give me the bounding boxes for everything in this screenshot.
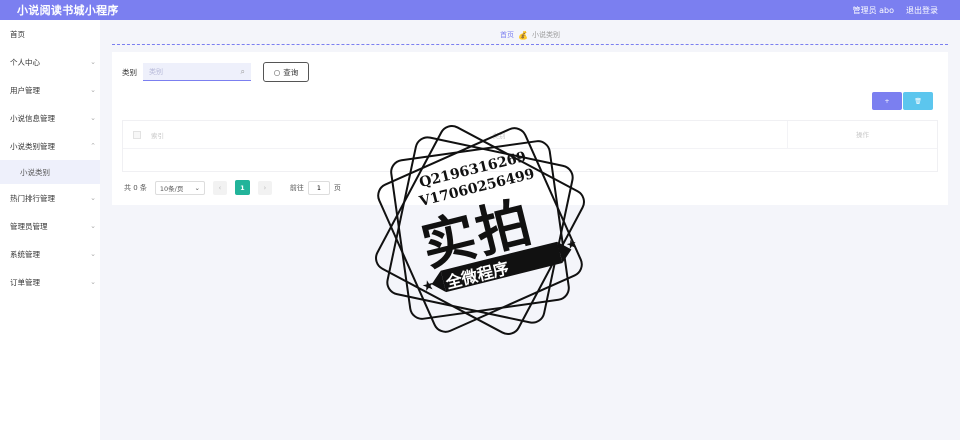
column-header-index: 索引 [151, 131, 164, 140]
sidebar-item-admins[interactable]: 管理员管理 ⌄ [0, 212, 100, 240]
goto-page-input[interactable] [307, 180, 330, 195]
chevron-down-icon: ⌄ [90, 194, 96, 202]
add-button[interactable]: + [872, 92, 902, 110]
sidebar-subitem-novel-category[interactable]: 小说类别 [0, 160, 100, 184]
column-header-actions: 操作 [787, 120, 937, 149]
breadcrumb: 首页 💰 小说类别 [112, 26, 948, 45]
page-number-current[interactable]: 1 [234, 180, 250, 195]
sidebar-item-label: 热门排行管理 [10, 193, 55, 203]
sidebar-item-label: 系统管理 [10, 249, 40, 259]
page-size-value: 10条/页 [159, 184, 184, 193]
sidebar-item-label: 订单管理 [10, 277, 40, 287]
total-count: 共 0 条 [124, 183, 147, 192]
sidebar-item-novel-info[interactable]: 小说信息管理 ⌄ [0, 104, 100, 132]
query-button-label: 查询 [283, 67, 299, 77]
logout-link[interactable]: 退出登录 [906, 5, 938, 16]
search-icon: ○ [273, 67, 281, 77]
sidebar-item-users[interactable]: 用户管理 ⌄ [0, 76, 100, 104]
sidebar-item-home[interactable]: 首页 [0, 20, 100, 48]
sidebar-item-label: 用户管理 [10, 85, 40, 95]
breadcrumb-current: 小说类别 [531, 31, 560, 39]
chevron-down-icon: ⌄ [90, 114, 96, 122]
page-size-select[interactable]: 10条/页 ⌄ [154, 180, 205, 195]
sidebar-item-system[interactable]: 系统管理 ⌄ [0, 240, 100, 268]
top-bar: 小说阅读书城小程序 管理员 abo 退出登录 [0, 0, 960, 20]
goto-label: 前往 [289, 183, 304, 192]
sidebar-item-profile[interactable]: 个人中心 ⌄ [0, 48, 100, 76]
next-page-button[interactable]: › [257, 180, 272, 195]
pagination: 共 0 条 10条/页 ⌄ ‹ 1 › 前往 页 [124, 180, 341, 195]
sidebar-item-hot-ranking[interactable]: 热门排行管理 ⌄ [0, 184, 100, 212]
search-row: 类别 ⌕ ○ 查询 [122, 62, 309, 82]
chevron-down-icon: ⌄ [90, 222, 96, 230]
search-icon: ⌕ [240, 66, 245, 76]
chevron-down-icon: ⌄ [90, 250, 96, 258]
action-buttons: + 🗑 [872, 92, 933, 110]
query-button[interactable]: ○ 查询 [263, 62, 309, 82]
search-box: ⌕ [143, 63, 251, 81]
sidebar: 首页 个人中心 ⌄ 用户管理 ⌄ 小说信息管理 ⌄ 小说类别管理 ⌃ 小说类别 … [0, 20, 100, 440]
admin-user-label[interactable]: 管理员 abo [853, 5, 894, 16]
select-all-cell [123, 130, 151, 139]
chevron-down-icon: ⌄ [194, 183, 200, 192]
sidebar-item-label: 管理员管理 [10, 221, 48, 231]
breadcrumb-home[interactable]: 首页 [500, 30, 514, 40]
goto-page: 前往 页 [289, 180, 341, 195]
sidebar-item-label: 首页 [10, 29, 25, 39]
moneybag-icon: 💰 [518, 30, 528, 40]
chevron-up-icon: ⌃ [90, 142, 96, 150]
sidebar-item-label: 小说类别 [20, 167, 50, 177]
delete-button[interactable]: 🗑 [903, 92, 933, 110]
app-title: 小说阅读书城小程序 [17, 4, 119, 17]
top-right-area: 管理员 abo 退出登录 [853, 5, 938, 16]
sidebar-item-label: 小说信息管理 [10, 113, 55, 123]
search-label: 类别 [122, 67, 137, 77]
sidebar-item-novel-category[interactable]: 小说类别管理 ⌃ [0, 132, 100, 160]
select-all-checkbox[interactable] [133, 130, 141, 139]
category-search-input[interactable] [149, 67, 229, 76]
goto-suffix: 页 [333, 183, 341, 192]
chevron-down-icon: ⌄ [90, 86, 96, 94]
chevron-down-icon: ⌄ [90, 58, 96, 66]
prev-page-button[interactable]: ‹ [212, 180, 227, 195]
svg-text:★: ★ [565, 236, 579, 252]
chevron-down-icon: ⌄ [90, 278, 96, 286]
sidebar-item-label: 个人中心 [10, 57, 40, 67]
sidebar-item-label: 小说类别管理 [10, 141, 55, 151]
sidebar-item-orders[interactable]: 订单管理 ⌄ [0, 268, 100, 296]
